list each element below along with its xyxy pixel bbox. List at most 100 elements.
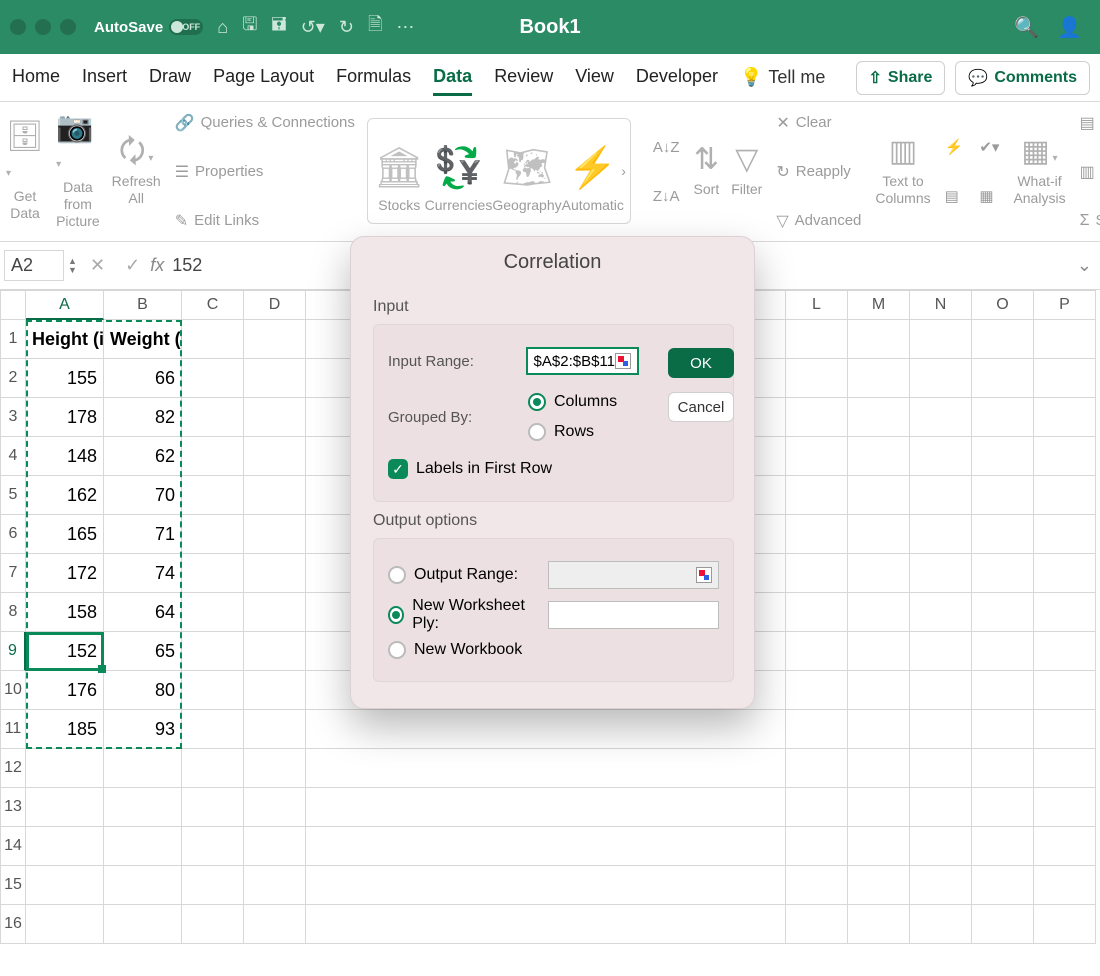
col-header-A[interactable]: A (26, 290, 104, 320)
cell[interactable] (244, 905, 306, 944)
get-data-button[interactable]: 🗄 GetData (0, 102, 50, 241)
data-types-gallery[interactable]: 🏛Stocks 💱Currencies 🗺Geography ⚡Automati… (367, 118, 631, 224)
output-range-radio[interactable]: Output Range: (388, 566, 538, 584)
cell[interactable] (182, 671, 244, 710)
cell[interactable] (972, 359, 1034, 398)
cell[interactable] (848, 515, 910, 554)
cell[interactable] (182, 827, 244, 866)
tab-review[interactable]: Review (494, 60, 553, 96)
cell[interactable]: 62 (104, 437, 182, 476)
labels-first-row-checkbox[interactable]: ✓ Labels in First Row (388, 459, 552, 479)
cell[interactable] (910, 320, 972, 359)
cell[interactable]: 185 (26, 710, 104, 749)
cell[interactable] (244, 359, 306, 398)
cell[interactable] (972, 476, 1034, 515)
comments-button[interactable]: 💬 Comments (955, 61, 1090, 95)
cell[interactable] (26, 788, 104, 827)
cell[interactable] (786, 671, 848, 710)
row-header[interactable]: 1 (0, 320, 26, 359)
row-header[interactable]: 12 (0, 749, 26, 788)
cell[interactable]: Height (in cm) (26, 320, 104, 359)
undo-icon[interactable]: ↺▾ (301, 17, 325, 38)
cell[interactable] (1034, 710, 1096, 749)
cell[interactable] (910, 866, 972, 905)
cell[interactable]: Weight (in Kg) (104, 320, 182, 359)
cell[interactable] (786, 905, 848, 944)
close-window-icon[interactable] (10, 19, 26, 35)
cell[interactable] (848, 593, 910, 632)
queries-connections-button[interactable]: 🔗Queries & Connections (175, 103, 355, 142)
cell[interactable] (244, 437, 306, 476)
what-if-button[interactable]: ▦ What-ifAnalysis (1007, 102, 1071, 241)
cell[interactable] (786, 554, 848, 593)
filter-button[interactable]: ▽ Filter (725, 102, 768, 241)
cell[interactable] (182, 710, 244, 749)
tab-home[interactable]: Home (12, 60, 60, 96)
row-header[interactable]: 9 (0, 632, 26, 671)
ok-button[interactable]: OK (668, 348, 734, 378)
cell[interactable]: 66 (104, 359, 182, 398)
row-header[interactable]: 2 (0, 359, 26, 398)
cell[interactable]: 93 (104, 710, 182, 749)
sort-button[interactable]: ⇅ Sort (688, 102, 726, 241)
select-all-corner[interactable] (0, 290, 26, 320)
input-range-field[interactable]: $A$2:$B$11 (526, 347, 639, 375)
cell[interactable] (182, 905, 244, 944)
cell[interactable] (1034, 398, 1096, 437)
cell[interactable] (182, 749, 244, 788)
col-header-B[interactable]: B (104, 290, 182, 320)
cell[interactable] (786, 476, 848, 515)
cell[interactable] (244, 398, 306, 437)
data-validation-button[interactable]: ✔▾ (979, 128, 999, 167)
cell[interactable]: 64 (104, 593, 182, 632)
cell[interactable] (182, 476, 244, 515)
row-header[interactable]: 11 (0, 710, 26, 749)
row-header[interactable]: 15 (0, 866, 26, 905)
cell[interactable] (972, 515, 1034, 554)
cell[interactable] (972, 866, 1034, 905)
automatic-data-type[interactable]: ⚡Automatic (562, 144, 624, 213)
cell[interactable] (786, 320, 848, 359)
cell[interactable] (182, 554, 244, 593)
cell[interactable] (1034, 554, 1096, 593)
cell[interactable] (182, 866, 244, 905)
cell[interactable] (972, 905, 1034, 944)
cell[interactable] (848, 827, 910, 866)
remove-duplicates-button[interactable]: ▤ (945, 177, 964, 216)
cell[interactable] (972, 632, 1034, 671)
cell[interactable] (1034, 359, 1096, 398)
cell[interactable] (182, 320, 244, 359)
advanced-filter-button[interactable]: ▽Advanced (776, 201, 861, 240)
print-icon[interactable]: 🗎 (368, 12, 382, 42)
row-header[interactable]: 14 (0, 827, 26, 866)
cell[interactable] (306, 788, 786, 827)
properties-button[interactable]: ☰Properties (175, 152, 355, 191)
cell[interactable] (910, 554, 972, 593)
cell[interactable] (786, 749, 848, 788)
cell[interactable] (182, 515, 244, 554)
col-header-D[interactable]: D (244, 290, 306, 320)
cell[interactable]: 162 (26, 476, 104, 515)
cell[interactable] (848, 866, 910, 905)
cell[interactable] (1034, 320, 1096, 359)
cell[interactable] (1034, 827, 1096, 866)
cell[interactable] (244, 710, 306, 749)
cell[interactable] (848, 437, 910, 476)
new-worksheet-name-field[interactable] (548, 601, 719, 629)
cell[interactable] (786, 515, 848, 554)
cell[interactable] (1034, 437, 1096, 476)
cell[interactable]: 71 (104, 515, 182, 554)
stocks-data-type[interactable]: 🏛Stocks (374, 144, 425, 213)
col-header-M[interactable]: M (848, 290, 910, 320)
clear-filter-button[interactable]: ✕Clear (776, 103, 861, 142)
row-header[interactable]: 5 (0, 476, 26, 515)
cell[interactable] (244, 749, 306, 788)
cell[interactable] (182, 359, 244, 398)
cell[interactable] (786, 359, 848, 398)
cell[interactable] (104, 905, 182, 944)
row-header[interactable]: 7 (0, 554, 26, 593)
cell[interactable]: 176 (26, 671, 104, 710)
cell[interactable] (910, 710, 972, 749)
home-icon[interactable]: ⌂ (217, 17, 228, 38)
cell[interactable] (972, 437, 1034, 476)
